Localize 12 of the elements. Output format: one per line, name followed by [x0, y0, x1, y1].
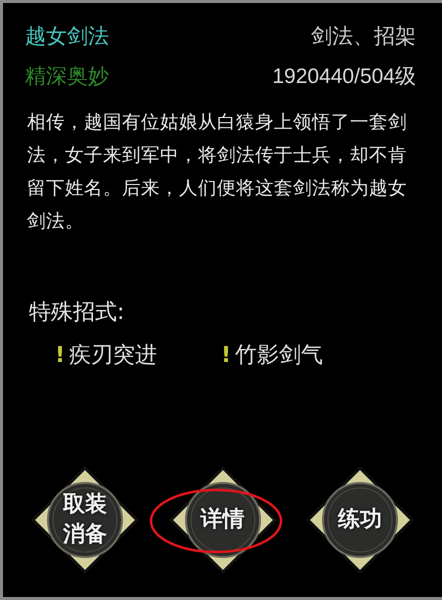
- diamond-button[interactable]: 练功: [305, 465, 415, 575]
- diamond-button[interactable]: 详情: [168, 465, 278, 575]
- move-name: 疾刃突进: [69, 342, 158, 370]
- skill-description: 相传，越国有位姑娘从白猿身上领悟了一套剑法，女子来到军中，将剑法传于士兵，却不肯留下姓名。后来，人们便将这套剑法称为越女剑法。: [27, 111, 408, 234]
- move-name: 竹影剑气: [235, 342, 324, 370]
- diamond-button[interactable]: 取装 消备: [30, 465, 140, 575]
- exclamation-mark: !: [221, 342, 232, 370]
- skill-name: 越女剑法: [25, 23, 109, 50]
- exclamation-mark: !: [55, 342, 66, 370]
- special-moves-heading: 特殊招式:: [29, 299, 126, 327]
- skill-rank: 精深奥妙: [25, 62, 109, 90]
- skill-category: 剑法、招架: [311, 23, 416, 50]
